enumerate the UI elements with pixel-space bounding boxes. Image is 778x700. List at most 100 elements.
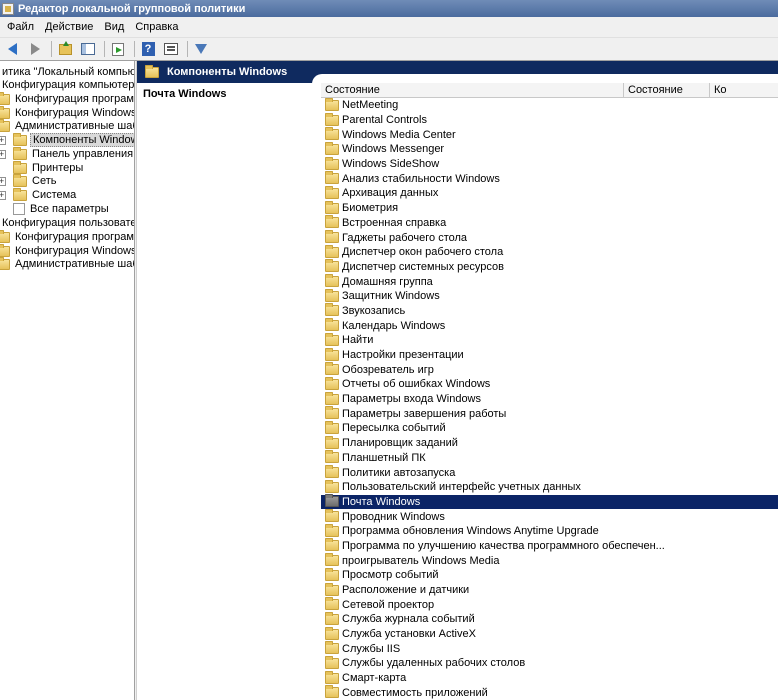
list-item[interactable]: Планшетный ПК [321,450,778,466]
list-item[interactable]: Диспетчер системных ресурсов [321,259,778,275]
tree-item-label: Принтеры [32,162,84,174]
expand-icon[interactable]: + [0,176,6,186]
list-item[interactable]: Защитник Windows [321,288,778,304]
list-item[interactable]: Гаджеты рабочего стола [321,230,778,245]
folder-icon [0,256,10,270]
list-item-label: Parental Controls [342,114,427,127]
list-item[interactable]: Отчеты об ошибках Windows [321,376,778,392]
back-button[interactable] [2,40,22,58]
tree-item-label: Система [32,189,77,201]
list-item-label: Диспетчер окон рабочего стола [342,246,504,259]
pane-splitter[interactable] [134,61,137,700]
list-item[interactable]: Почта Windows [321,494,778,510]
list-item-label: Почта Windows [342,495,421,508]
tree-item[interactable]: Конфигурация программ [0,229,134,244]
tree-item[interactable]: + Панель управления [0,146,134,161]
list-item[interactable]: Домашняя группа [321,274,778,289]
tree-item[interactable]: + Компоненты Windows [0,132,134,147]
tree-item[interactable]: Конфигурация Windows [0,243,134,258]
expand-icon[interactable]: + [0,149,6,159]
list-item[interactable]: Встроенная справка [321,215,778,231]
tree-item[interactable]: Административные шаблоны [0,118,134,133]
list-item[interactable]: NetMeeting [321,98,778,113]
list-item[interactable]: Диспетчер окон рабочего стола [321,244,778,260]
tree-item[interactable]: + Сеть [0,173,58,188]
list-item[interactable]: Планировщик заданий [321,435,778,451]
list-item[interactable]: Найти [321,332,778,348]
tree-item[interactable]: Все параметры [0,202,111,216]
list-item[interactable]: Просмотр событий [321,567,778,583]
menu-help[interactable]: Справка [130,21,183,33]
list-item[interactable]: Параметры завершения работы [321,406,778,421]
list-item[interactable]: Службы IIS [321,641,778,656]
folder-icon [325,655,339,669]
list-item[interactable]: Служба журнала событий [321,611,778,627]
list-item[interactable]: Биометрия [321,200,778,216]
list-item[interactable]: Сетевой проектор [321,597,778,612]
list-item[interactable]: Политики автозапуска [321,465,778,480]
list-item[interactable]: Программа по улучшению качества программ… [321,538,778,554]
list-item[interactable]: Программа обновления Windows Anytime Upg… [321,523,778,539]
toolbar: ? [0,37,778,61]
up-level-button[interactable] [55,40,75,58]
menu-file[interactable]: Файл [2,21,39,33]
properties-button[interactable] [161,40,181,58]
folder-icon [0,91,10,105]
help-button[interactable]: ? [138,40,158,58]
list-item[interactable]: Звукозапись [321,303,778,319]
list-item[interactable]: Смарт-карта [321,670,778,686]
list-item[interactable]: проигрыватель Windows Media [321,553,778,568]
list-item[interactable]: Совместимость приложений [321,685,778,700]
export-list-button[interactable] [108,40,128,58]
folder-icon [145,64,159,78]
show-tree-button[interactable] [78,40,98,58]
list-item[interactable]: Пользовательский интерфейс учетных данны… [321,479,778,495]
tree-item[interactable]: Конфигурация пользователя [0,216,134,230]
list-item[interactable]: Parental Controls [321,112,778,128]
tree-item[interactable]: Принтеры [0,160,85,175]
list-item[interactable]: Windows Media Center [321,127,778,142]
list-item[interactable]: Windows SideShow [321,156,778,172]
column-header-state[interactable]: Состояние [624,83,710,98]
tree-item[interactable]: Конфигурация программ [0,91,134,106]
menu-action[interactable]: Действие [40,21,98,33]
list-item[interactable]: Обозреватель игр [321,362,778,377]
list-item[interactable]: Настройки презентации [321,347,778,363]
folder-icon [0,118,10,132]
expand-icon[interactable]: + [0,190,6,200]
list-item[interactable]: Пересылка событий [321,420,778,436]
list-item[interactable]: Архивация данных [321,185,778,201]
list-item[interactable]: Службы удаленных рабочих столов [321,655,778,671]
expand-icon[interactable]: + [0,135,6,145]
list-item-label: Календарь Windows [342,319,446,332]
folder-icon [325,670,339,684]
list-item[interactable]: Параметры входа Windows [321,391,778,407]
tree-item[interactable]: итика "Локальный компьютер [0,65,134,79]
settings-list: NetMeeting Parental Controls Windows Media… [321,98,778,700]
tree-item-label: Все параметры [30,203,109,215]
column-header-comment[interactable]: Ко [710,83,778,98]
forward-button[interactable] [25,40,45,58]
tree-item[interactable]: + Система [0,187,78,202]
column-header-name[interactable]: Состояние [321,83,624,98]
list-item-label: Планшетный ПК [342,451,426,464]
tree-item[interactable]: Конфигурация Windows [0,105,134,120]
list-item[interactable]: Проводник Windows [321,509,778,524]
list-item[interactable]: Служба установки ActiveX [321,626,778,642]
tree-item[interactable]: Конфигурация компьютера [0,78,134,92]
list-item-label: Windows SideShow [342,158,440,171]
list-item-label: Windows Media Center [342,128,456,141]
description-title: Почта Windows [143,88,227,100]
list-item[interactable]: Анализ стабильности Windows [321,171,778,186]
list-item-label: Служба установки ActiveX [342,628,476,641]
menu-view[interactable]: Вид [99,21,129,33]
folder-icon [325,406,339,420]
tree-item-label: Конфигурация Windows [15,107,134,119]
filter-button[interactable] [191,40,211,58]
list-item[interactable]: Календарь Windows [321,318,778,333]
list-item[interactable]: Windows Messenger [321,141,778,157]
filter-icon [195,44,207,54]
list-item[interactable]: Расположение и датчики [321,582,778,598]
tree-item-label: Конфигурация программ [15,231,134,243]
tree-item[interactable]: Административные шаблоны [0,256,134,271]
